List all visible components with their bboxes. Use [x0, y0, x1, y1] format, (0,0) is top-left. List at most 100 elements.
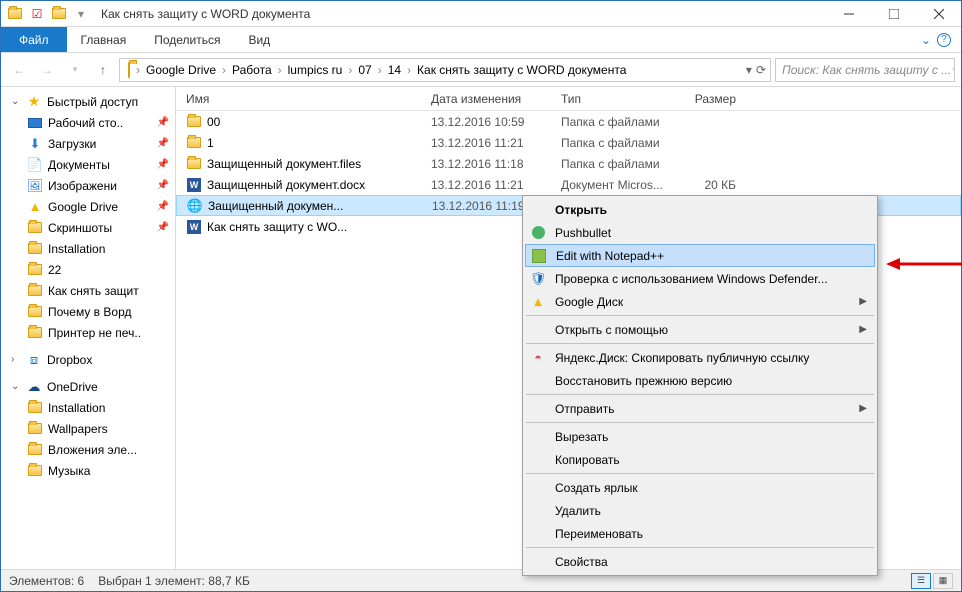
file-name: 1 [207, 136, 214, 150]
sidebar-item[interactable]: Почему в Ворд [1, 301, 175, 322]
context-menu-item[interactable]: Отправить ▶ [525, 397, 875, 420]
qat-dropdown-icon[interactable]: ▾ [71, 4, 91, 24]
context-menu-item[interactable]: Открыть [525, 198, 875, 221]
file-date: 13.12.2016 11:18 [431, 157, 561, 171]
sidebar-item[interactable]: ▲ Google Drive 📌 [1, 196, 175, 217]
blank-icon [529, 428, 547, 446]
sidebar-item-label: Скриншоты [48, 221, 112, 235]
breadcrumb-segment[interactable]: lumpics ru [284, 63, 347, 77]
context-menu-item[interactable]: Вырезать [525, 425, 875, 448]
sidebar-item[interactable]: Installation [1, 238, 175, 259]
file-type: Документ Micros... [561, 178, 676, 192]
file-row[interactable]: WЗащищенный документ.docx 13.12.2016 11:… [176, 174, 961, 195]
tab-home[interactable]: Главная [67, 27, 141, 52]
search-input[interactable]: Поиск: Как снять защиту с ... 🔍 [775, 58, 955, 82]
column-name[interactable]: Имя [176, 92, 431, 106]
chevron-right-icon[interactable]: › [11, 354, 21, 365]
refresh-button[interactable]: ⟳ [756, 63, 766, 77]
chevron-down-icon[interactable]: ⌄ [11, 96, 21, 107]
context-menu-item[interactable]: Создать ярлык [525, 476, 875, 499]
breadcrumb-segment[interactable]: 14 [384, 63, 405, 77]
sidebar-item-label: Installation [48, 242, 105, 256]
sidebar-item[interactable]: 🖼 Изображени 📌 [1, 175, 175, 196]
chevron-right-icon[interactable]: › [220, 63, 228, 77]
file-date: 13.12.2016 11:21 [431, 178, 561, 192]
menu-separator [526, 394, 874, 395]
file-row[interactable]: Защищенный документ.files 13.12.2016 11:… [176, 153, 961, 174]
breadcrumb[interactable]: › Google Drive › Работа › lumpics ru › 0… [119, 58, 771, 82]
chevron-right-icon[interactable]: › [346, 63, 354, 77]
breadcrumb-segment[interactable]: Как снять защиту с WORD документа [413, 63, 630, 77]
main-area: ⌄ ★ Быстрый доступ Рабочий сто.. 📌 ⬇ Заг… [1, 87, 961, 569]
folder-icon[interactable] [5, 4, 25, 24]
sidebar-item[interactable]: 22 [1, 259, 175, 280]
tab-share[interactable]: Поделиться [140, 27, 234, 52]
chevron-right-icon[interactable]: › [376, 63, 384, 77]
nav-forward-button[interactable]: → [35, 58, 59, 82]
new-folder-icon[interactable] [49, 4, 69, 24]
context-menu-item[interactable]: Восстановить прежнюю версию [525, 369, 875, 392]
context-menu: Открыть Pushbullet Edit with Notepad++ 🛡… [522, 195, 878, 576]
sidebar-item[interactable]: Installation [1, 397, 175, 418]
sidebar-item[interactable]: ⬇ Загрузки 📌 [1, 133, 175, 154]
tab-view[interactable]: Вид [234, 27, 284, 52]
sidebar-item[interactable]: Принтер не печ.. [1, 322, 175, 343]
sidebar-item[interactable]: 📄 Документы 📌 [1, 154, 175, 175]
file-row[interactable]: 00 13.12.2016 10:59 Папка с файлами [176, 111, 961, 132]
details-view-button[interactable]: ☰ [911, 573, 931, 589]
context-menu-item[interactable]: Удалить [525, 499, 875, 522]
chevron-down-icon[interactable]: ⌄ [11, 381, 21, 392]
context-menu-item[interactable]: Свойства [525, 550, 875, 573]
sidebar-item-label: Музыка [48, 464, 90, 478]
file-name: Защищенный документ.files [207, 157, 361, 171]
sidebar-quick-access[interactable]: ⌄ ★ Быстрый доступ [1, 91, 175, 112]
chevron-right-icon[interactable]: › [134, 63, 142, 77]
file-tab[interactable]: Файл [1, 27, 67, 52]
nav-back-button[interactable]: ← [7, 58, 31, 82]
column-size[interactable]: Размер [676, 92, 746, 106]
sidebar-item-label: Принтер не печ.. [48, 326, 141, 340]
breadcrumb-segment[interactable]: Google Drive [142, 63, 220, 77]
breadcrumb-dropdown-icon[interactable]: ▾ [746, 63, 752, 77]
file-name: Защищенный докумен... [208, 199, 343, 213]
context-menu-item[interactable]: Копировать [525, 448, 875, 471]
sidebar-item-label: Google Drive [48, 200, 118, 214]
sidebar-item[interactable]: Скриншоты 📌 [1, 217, 175, 238]
context-menu-item[interactable]: Edit with Notepad++ [525, 244, 875, 267]
nav-up-button[interactable]: ↑ [91, 58, 115, 82]
sidebar-dropbox[interactable]: › ⧈ Dropbox [1, 349, 175, 370]
context-menu-item[interactable]: Pushbullet [525, 221, 875, 244]
nav-history-dropdown[interactable]: ▾ [63, 58, 87, 82]
context-menu-item[interactable]: ◓ Яндекс.Диск: Скопировать публичную ссы… [525, 346, 875, 369]
file-date: 13.12.2016 11:21 [431, 136, 561, 150]
maximize-button[interactable] [871, 1, 916, 27]
large-icons-view-button[interactable]: ▦ [933, 573, 953, 589]
chevron-right-icon[interactable]: › [405, 63, 413, 77]
search-icon[interactable]: 🔍 [951, 63, 955, 77]
context-menu-item[interactable]: Переименовать [525, 522, 875, 545]
sidebar-item-label: Installation [48, 401, 105, 415]
column-type[interactable]: Тип [561, 92, 676, 106]
column-date[interactable]: Дата изменения [431, 92, 561, 106]
desktop-icon [27, 115, 43, 131]
file-row[interactable]: 1 13.12.2016 11:21 Папка с файлами [176, 132, 961, 153]
sidebar-item[interactable]: Вложения эле... [1, 439, 175, 460]
sidebar-item[interactable]: Музыка [1, 460, 175, 481]
context-menu-item[interactable]: 🛡 Проверка с использованием Windows Defe… [525, 267, 875, 290]
blank-icon [529, 502, 547, 520]
breadcrumb-segment[interactable]: Работа [228, 63, 276, 77]
ribbon-expand-button[interactable]: ⌄ ? [911, 27, 961, 52]
close-button[interactable] [916, 1, 961, 27]
chevron-right-icon[interactable]: › [276, 63, 284, 77]
sidebar-item[interactable]: Как снять защит [1, 280, 175, 301]
context-menu-item[interactable]: Открыть с помощью ▶ [525, 318, 875, 341]
properties-icon[interactable]: ☑ [27, 4, 47, 24]
sidebar-item[interactable]: Wallpapers [1, 418, 175, 439]
sidebar-onedrive[interactable]: ⌄ ☁ OneDrive [1, 376, 175, 397]
minimize-button[interactable] [826, 1, 871, 27]
sidebar-item[interactable]: Рабочий сто.. 📌 [1, 112, 175, 133]
breadcrumb-segment[interactable]: 07 [354, 63, 375, 77]
menu-item-label: Восстановить прежнюю версию [555, 374, 867, 388]
context-menu-item[interactable]: ▲ Google Диск ▶ [525, 290, 875, 313]
file-list: Имя Дата изменения Тип Размер 00 13.12.2… [176, 87, 961, 569]
